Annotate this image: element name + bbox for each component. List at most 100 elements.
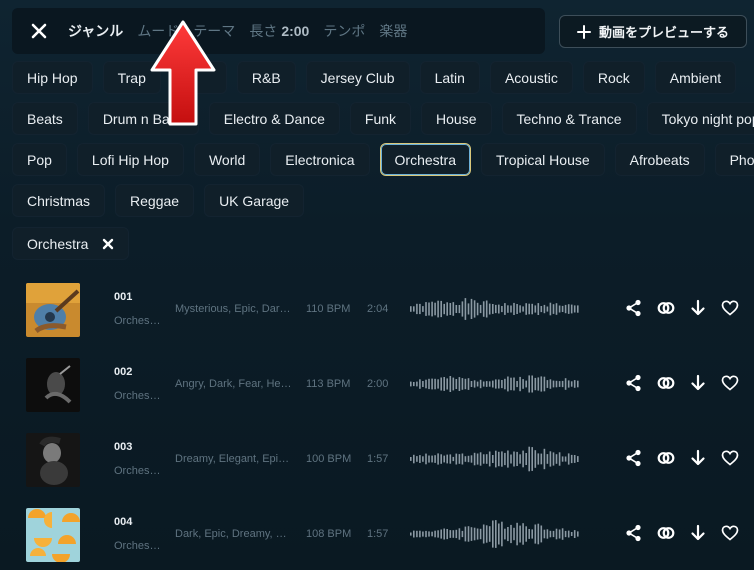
chip-lofi-hip-hop[interactable]: Lofi Hip Hop bbox=[76, 143, 184, 176]
active-filter-chip[interactable]: Orchestra bbox=[12, 227, 130, 260]
waveform-bar bbox=[513, 302, 515, 315]
download-icon[interactable] bbox=[688, 523, 707, 542]
chip-funk[interactable]: Funk bbox=[349, 102, 412, 135]
chip-beats[interactable]: Beats bbox=[12, 102, 78, 135]
chip-electronica[interactable]: Electronica bbox=[270, 143, 370, 176]
chip-row: Christmas Reggae UK Garage bbox=[12, 184, 752, 217]
chip-house[interactable]: House bbox=[421, 102, 492, 135]
waveform-bar bbox=[507, 376, 509, 392]
waveform-bar bbox=[473, 527, 476, 541]
heart-icon[interactable] bbox=[720, 523, 739, 542]
share-icon[interactable] bbox=[624, 373, 643, 392]
share-icon[interactable] bbox=[624, 448, 643, 467]
link-icon[interactable] bbox=[656, 373, 675, 392]
chip-rnb[interactable]: R&B bbox=[236, 61, 296, 94]
track-number: 002 bbox=[114, 366, 133, 378]
waveform-bar bbox=[410, 306, 412, 312]
waveform-bar bbox=[461, 378, 464, 390]
waveform-bar bbox=[479, 452, 482, 466]
download-icon[interactable] bbox=[688, 373, 707, 392]
track-row[interactable]: 002 Orches… Angry, Dark, Fear, He… 113 B… bbox=[0, 347, 754, 422]
track-row[interactable]: 004 Orches… Dark, Epic, Dreamy, … 108 BP… bbox=[0, 497, 754, 570]
track-thumbnail[interactable] bbox=[26, 282, 80, 337]
track-row[interactable]: 003 Orches… Dreamy, Elegant, Epi… 100 BP… bbox=[0, 422, 754, 497]
waveform-bar bbox=[422, 306, 424, 312]
chip-christmas[interactable]: Christmas bbox=[12, 184, 106, 217]
waveform-bar bbox=[492, 520, 494, 548]
waveform-bar bbox=[428, 531, 430, 537]
waveform-bar bbox=[449, 376, 452, 392]
remove-filter-icon[interactable] bbox=[102, 238, 114, 250]
share-icon[interactable] bbox=[624, 523, 643, 542]
track-waveform[interactable] bbox=[410, 518, 580, 550]
chip-latin[interactable]: Latin bbox=[419, 61, 480, 94]
chip-hip-hop[interactable]: Hip Hop bbox=[12, 61, 93, 94]
heart-icon[interactable] bbox=[720, 298, 739, 317]
chip-techno-trance[interactable]: Techno & Trance bbox=[501, 102, 637, 135]
chip-acoustic[interactable]: Acoustic bbox=[489, 61, 573, 94]
tab-tempo[interactable]: テンポ bbox=[323, 21, 365, 41]
waveform-bar bbox=[425, 530, 427, 538]
waveform-bar bbox=[525, 380, 527, 388]
waveform-bar bbox=[564, 378, 567, 390]
chip-pop[interactable]: Pop bbox=[12, 143, 67, 176]
download-icon[interactable] bbox=[688, 448, 707, 467]
waveform-bar bbox=[452, 302, 455, 316]
waveform-bar bbox=[443, 528, 445, 540]
waveform-bar bbox=[546, 380, 549, 388]
track-row[interactable]: 001 Orches… Mysterious, Epic, Dar… 110 B… bbox=[0, 272, 754, 347]
chip-rock[interactable]: Rock bbox=[582, 61, 645, 94]
tab-genre[interactable]: ジャンル bbox=[68, 21, 123, 41]
waveform-bar bbox=[461, 530, 464, 538]
chip-jersey-club[interactable]: Jersey Club bbox=[305, 61, 410, 94]
track-thumbnail[interactable] bbox=[26, 432, 80, 487]
chip-uk-garage[interactable]: UK Garage bbox=[204, 184, 305, 217]
preview-video-button[interactable]: 動画をプレビューする bbox=[559, 15, 747, 48]
track-waveform[interactable] bbox=[410, 293, 580, 325]
waveform-bar bbox=[504, 303, 506, 315]
waveform-bar bbox=[446, 454, 448, 464]
waveform-bar bbox=[495, 304, 497, 314]
track-thumbnail[interactable] bbox=[26, 507, 80, 562]
download-icon[interactable] bbox=[688, 298, 707, 317]
share-icon[interactable] bbox=[624, 298, 643, 317]
chip-orchestra[interactable]: Orchestra bbox=[379, 143, 472, 176]
chip-electro-dance[interactable]: Electro & Dance bbox=[208, 102, 340, 135]
waveform-bar bbox=[482, 381, 485, 387]
waveform-bar bbox=[428, 455, 430, 463]
genre-chips: Hip Hop Trap R&B Jersey Club Latin Acous… bbox=[12, 61, 754, 268]
waveform-bar bbox=[558, 452, 561, 466]
chip-afrobeats[interactable]: Afrobeats bbox=[614, 143, 705, 176]
chip-reggae[interactable]: Reggae bbox=[115, 184, 195, 217]
waveform-bar bbox=[534, 377, 537, 391]
track-number: 004 bbox=[114, 516, 133, 528]
waveform-bar bbox=[455, 305, 458, 313]
link-icon[interactable] bbox=[656, 523, 675, 542]
filter-bar: ジャンル ムード テーマ 長さ 2:00 テンポ 楽器 bbox=[12, 8, 545, 54]
waveform-bar bbox=[488, 303, 491, 315]
waveform-bar bbox=[413, 530, 415, 538]
waveform-bar bbox=[573, 455, 576, 463]
link-icon[interactable] bbox=[656, 298, 675, 317]
chip-phonk[interactable]: Phonk bbox=[714, 143, 754, 176]
chip-ambient[interactable]: Ambient bbox=[654, 61, 737, 94]
tab-length[interactable]: 長さ 2:00 bbox=[249, 21, 309, 41]
track-waveform[interactable] bbox=[410, 368, 580, 400]
waveform-bar bbox=[543, 304, 546, 314]
waveform-bar bbox=[570, 381, 573, 387]
waveform-bar bbox=[492, 304, 494, 314]
track-waveform[interactable] bbox=[410, 443, 580, 475]
heart-icon[interactable] bbox=[720, 373, 739, 392]
chip-tropical-house[interactable]: Tropical House bbox=[481, 143, 605, 176]
close-icon[interactable] bbox=[26, 18, 52, 44]
tab-instrument[interactable]: 楽器 bbox=[379, 21, 407, 41]
chip-world[interactable]: World bbox=[193, 143, 261, 176]
link-icon[interactable] bbox=[656, 448, 675, 467]
waveform-bar bbox=[577, 380, 579, 388]
heart-icon[interactable] bbox=[720, 448, 739, 467]
waveform-bar bbox=[510, 524, 512, 544]
chip-tokyo-night-pop[interactable]: Tokyo night pop bbox=[646, 102, 754, 135]
track-thumbnail[interactable] bbox=[26, 357, 80, 412]
waveform-bar bbox=[470, 381, 473, 387]
waveform-bar bbox=[437, 300, 439, 318]
